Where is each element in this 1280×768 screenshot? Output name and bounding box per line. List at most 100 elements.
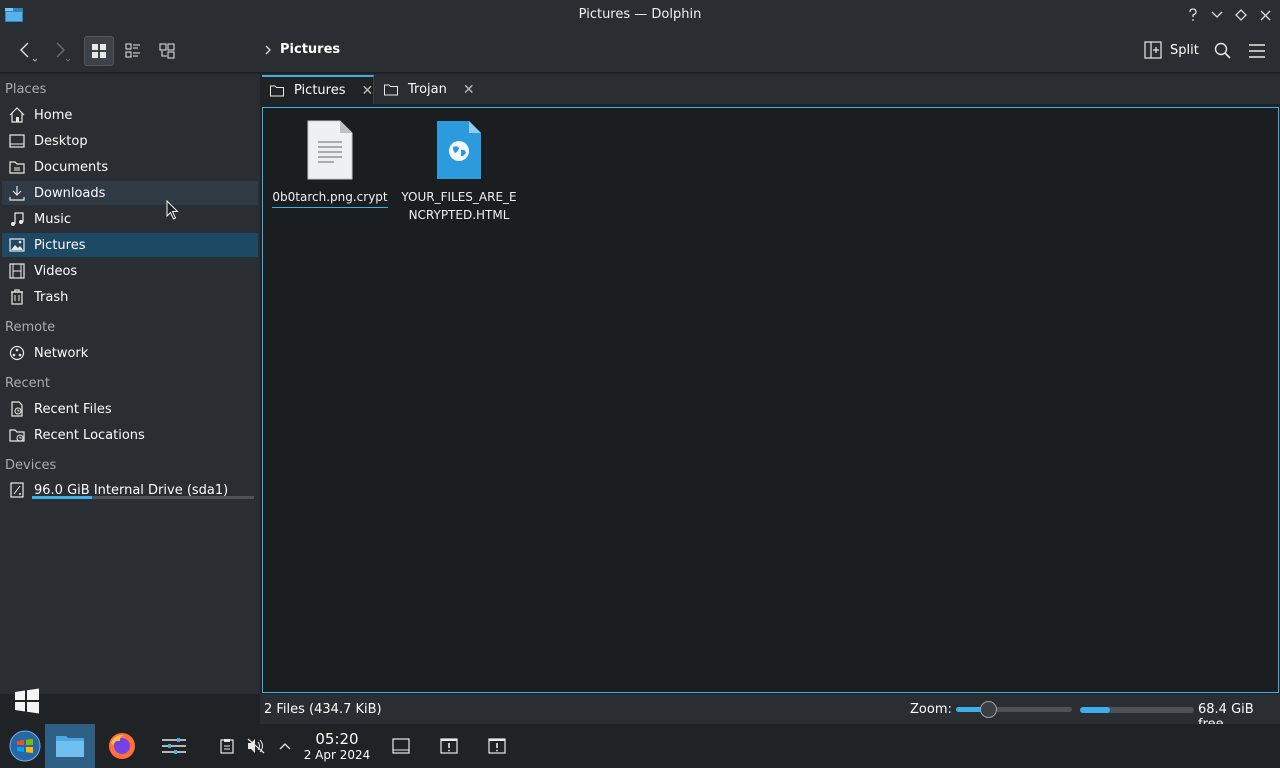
text-document-icon [306, 120, 354, 180]
trash-icon [8, 288, 26, 306]
taskbar-dolphin[interactable] [45, 724, 95, 768]
html-document-icon [435, 120, 483, 180]
tab-bar: Pictures ✕ Trojan ✕ [262, 74, 1280, 104]
hamburger-menu-icon [1249, 44, 1265, 58]
sidebar-item-downloads[interactable]: Downloads [2, 181, 258, 205]
maximize-icon[interactable] [1232, 6, 1250, 24]
notification-icon[interactable] [439, 736, 459, 756]
breadcrumb-item[interactable]: Pictures [280, 42, 340, 57]
recent-locations-icon [8, 426, 26, 444]
compact-view-button[interactable] [118, 36, 148, 66]
chevron-right-icon [265, 45, 271, 54]
sidebar-item-recent-locations[interactable]: Recent Locations [2, 423, 258, 447]
folder-icon [270, 85, 284, 97]
folder-app-icon [55, 734, 85, 758]
zoom-slider[interactable] [956, 701, 1072, 718]
sidebar-item-label: Desktop [34, 133, 88, 149]
mouse-cursor-icon [166, 200, 179, 220]
breadcrumb[interactable]: Pictures [264, 42, 340, 57]
status-summary: 2 Files (434.7 KiB) [264, 702, 382, 717]
taskbar-firefox[interactable] [97, 724, 147, 768]
tab-label: Trojan [408, 82, 447, 97]
forward-button[interactable] [48, 36, 74, 66]
back-button[interactable] [12, 36, 40, 66]
clock-date: 2 Apr 2024 [303, 748, 371, 762]
file-item[interactable]: 0b0tarch.png.crypt [268, 120, 392, 208]
sidebar-item-pictures[interactable]: Pictures [2, 233, 258, 257]
icons-view-button[interactable] [84, 36, 114, 66]
sidebar-item-recent-files[interactable]: Recent Files [2, 397, 258, 421]
clipboard-icon[interactable] [217, 736, 237, 756]
sidebar-item-label: Recent Locations [34, 427, 145, 443]
desktop-icon [8, 132, 26, 150]
documents-icon [8, 158, 26, 176]
tab-close-icon[interactable]: ✕ [361, 83, 373, 99]
file-view[interactable]: 0b0tarch.png.crypt YOUR_FILES_ARE_ENCRYP… [262, 107, 1279, 693]
tab-label: Pictures [294, 83, 346, 98]
drive-usage-bar [32, 496, 254, 499]
help-icon[interactable] [1184, 6, 1202, 24]
status-bar: 2 Files (434.7 KiB) Zoom: 68.4 GiB free [260, 694, 1280, 732]
details-view-icon [159, 43, 175, 59]
show-desktop-icon[interactable] [391, 736, 411, 756]
sidebar-item-label: Videos [34, 263, 78, 279]
menu-button[interactable] [1244, 36, 1270, 66]
clock-time: 05:20 [315, 730, 359, 748]
sidebar-item-label: Recent Files [34, 401, 112, 417]
tray-expand-icon[interactable] [275, 736, 295, 756]
icons-view-icon [92, 44, 106, 58]
devices-header: Devices [5, 458, 57, 473]
taskbar: 05:20 2 Apr 2024 [0, 724, 1280, 768]
windows-logo-icon[interactable] [14, 688, 40, 714]
tab-close-icon[interactable]: ✕ [463, 82, 475, 98]
folder-icon [384, 84, 398, 96]
zoom-slider-handle[interactable] [980, 701, 998, 718]
sidebar-item-label: Home [34, 107, 73, 123]
alert-icon[interactable] [487, 736, 507, 756]
sidebar-item-label: Trash [34, 289, 69, 305]
pictures-icon [8, 236, 26, 254]
start-menu-button[interactable] [0, 724, 50, 768]
music-icon [8, 210, 26, 228]
sidebar-item-trash[interactable]: Trash [2, 285, 258, 309]
details-view-button[interactable] [152, 36, 182, 66]
places-header: Places [5, 82, 47, 97]
tab-pictures[interactable]: Pictures ✕ [262, 75, 374, 104]
downloads-icon [8, 184, 26, 202]
network-icon [8, 344, 26, 362]
taskbar-settings[interactable] [149, 724, 199, 768]
file-name: 0b0tarch.png.crypt [272, 188, 388, 208]
start-orb-icon [9, 730, 41, 762]
sidebar-item-label: Pictures [34, 237, 86, 253]
close-icon[interactable] [1256, 6, 1274, 24]
drive-icon [8, 481, 26, 499]
recent-header: Recent [5, 376, 50, 391]
clock[interactable]: 05:20 2 Apr 2024 [300, 730, 374, 763]
compact-view-icon [125, 43, 140, 58]
recent-files-icon [8, 400, 26, 418]
sidebar-item-music[interactable]: Music [2, 207, 258, 231]
toolbar: Pictures Split [0, 30, 1280, 73]
search-icon [1214, 42, 1231, 59]
drive-usage-fill [32, 496, 92, 499]
file-name: YOUR_FILES_ARE_ENCRYPTED.HTML [401, 190, 517, 222]
split-button[interactable]: Split [1144, 41, 1199, 59]
file-item[interactable]: YOUR_FILES_ARE_ENCRYPTED.HTML [397, 120, 521, 224]
volume-muted-icon[interactable] [246, 736, 266, 756]
desktop-area [0, 688, 260, 724]
sidebar-item-network[interactable]: Network [2, 341, 258, 365]
sidebar-item-home[interactable]: Home [2, 103, 258, 127]
sidebar-item-label: Documents [34, 159, 109, 175]
free-space-fill [1080, 707, 1110, 713]
sidebar-item-documents[interactable]: Documents [2, 155, 258, 179]
tab-trojan[interactable]: Trojan ✕ [376, 75, 482, 104]
title-bar: Pictures — Dolphin [0, 0, 1280, 30]
search-button[interactable] [1210, 36, 1236, 66]
firefox-icon [107, 731, 137, 761]
sidebar-item-desktop[interactable]: Desktop [2, 129, 258, 153]
videos-icon [8, 262, 26, 280]
minimize-icon[interactable] [1208, 6, 1226, 24]
home-icon [8, 106, 26, 124]
sidebar-item-label: Network [34, 345, 89, 361]
sidebar-item-videos[interactable]: Videos [2, 259, 258, 283]
